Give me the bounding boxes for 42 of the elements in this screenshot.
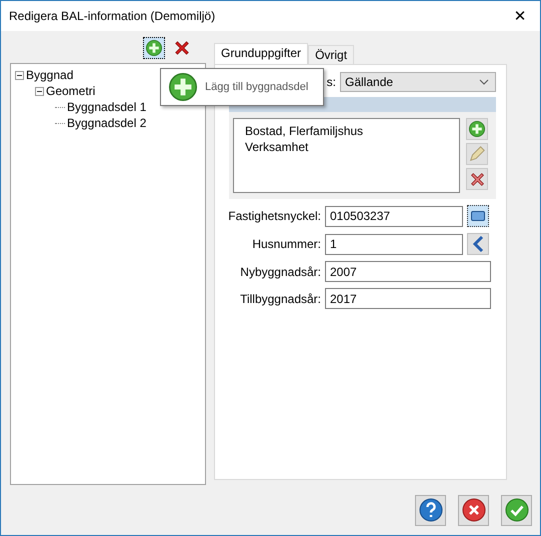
- input-field[interactable]: 1: [325, 234, 463, 254]
- status-label: s:: [326, 75, 336, 89]
- window-title: Redigera BAL-information (Demomiljö): [8, 9, 216, 23]
- status-dropdown[interactable]: Gällande: [340, 72, 496, 92]
- plus-icon: [146, 40, 162, 56]
- tab[interactable]: Grunduppgifter: [214, 43, 308, 64]
- plus-icon: [169, 73, 197, 101]
- cancel-button[interactable]: [458, 494, 489, 526]
- ok-button[interactable]: [501, 494, 532, 526]
- cross-circle-icon: [462, 498, 486, 522]
- field-label: Tillbyggnadsår:: [239, 292, 321, 306]
- back-button[interactable]: [467, 233, 489, 255]
- field-label: Husnummer:: [251, 237, 321, 251]
- tree-item[interactable]: Geometri: [46, 83, 96, 99]
- lookup-button[interactable]: [467, 205, 489, 227]
- cross-icon: [173, 39, 191, 57]
- check-circle-icon: [504, 498, 528, 522]
- tree-item[interactable]: Byggnadsdel 1: [67, 99, 146, 115]
- chevron-left-icon: [472, 236, 484, 252]
- pencil-icon: [468, 145, 486, 163]
- input-field[interactable]: 2007: [325, 261, 491, 282]
- field-label: Nybyggnadsår:: [239, 264, 321, 278]
- chevron-icon: [479, 79, 489, 85]
- close-button[interactable]: ✕: [500, 1, 540, 31]
- tree-item[interactable]: Byggnadsdel 2: [67, 115, 146, 131]
- tree-item[interactable]: Byggnad: [26, 67, 74, 83]
- list-item[interactable]: Verksamhet: [245, 139, 448, 155]
- question-icon: [418, 498, 442, 522]
- input-field[interactable]: 2017: [325, 288, 491, 309]
- field-label: Fastighetsnyckel:: [227, 209, 321, 223]
- list-item[interactable]: Bostad, Flerfamiljshus: [245, 123, 448, 139]
- plus-icon: [469, 121, 485, 137]
- input-field[interactable]: 010503237: [325, 206, 463, 226]
- tab[interactable]: Övrigt: [308, 45, 354, 64]
- add-button[interactable]: [143, 37, 165, 59]
- help-button[interactable]: [415, 494, 446, 526]
- delete-button[interactable]: [466, 168, 488, 190]
- minus-box-icon[interactable]: [35, 86, 44, 96]
- tooltip-text: Lägg till byggnadsdel: [205, 81, 308, 93]
- minus-box-icon[interactable]: [15, 70, 24, 80]
- cross-icon: [468, 170, 486, 188]
- window-icon: [471, 211, 485, 221]
